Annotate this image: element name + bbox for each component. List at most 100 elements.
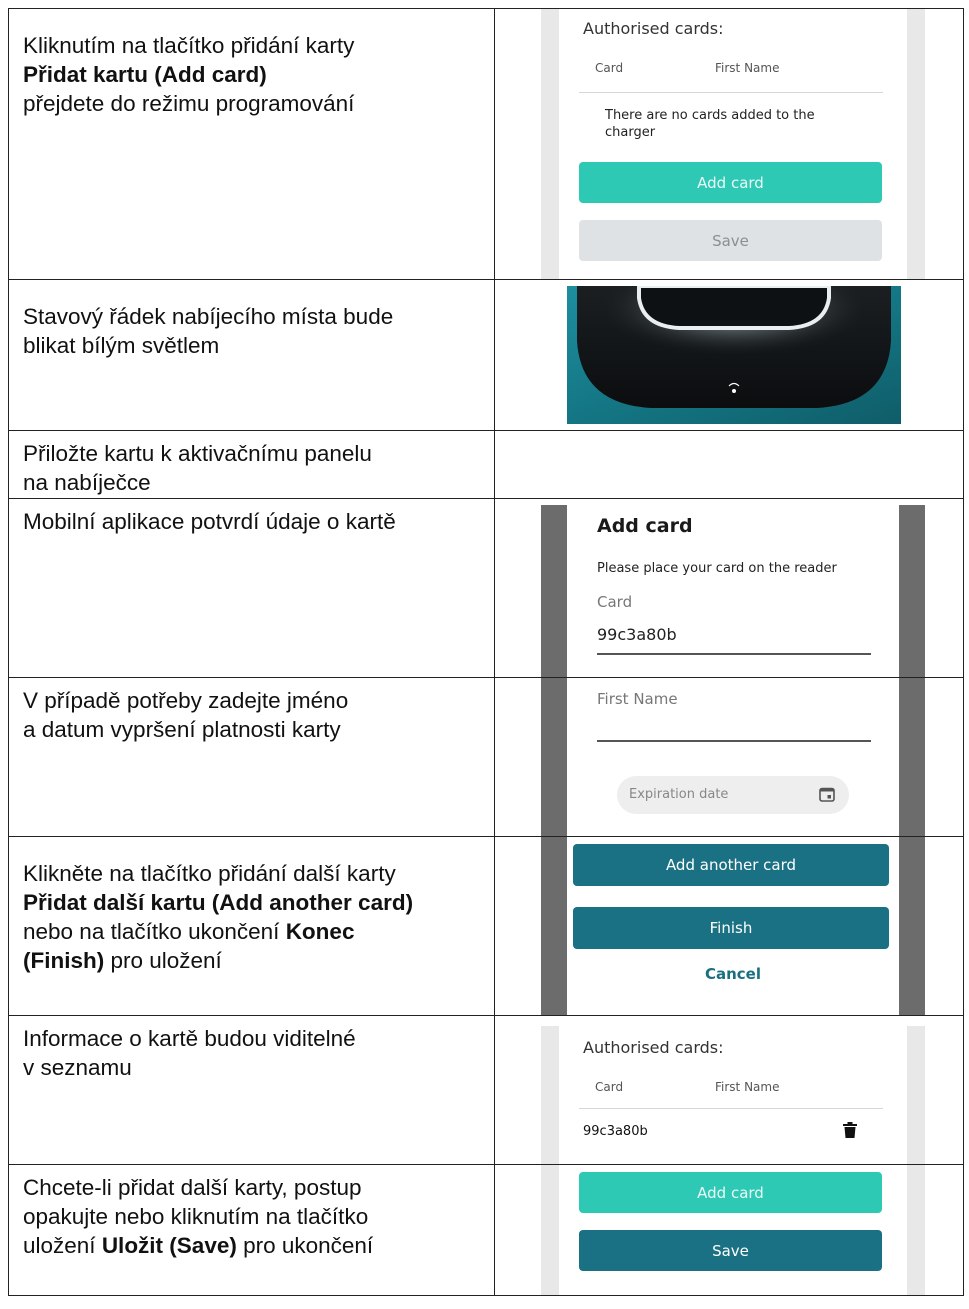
trash-icon[interactable]	[843, 1122, 857, 1138]
save-button[interactable]: Save	[579, 220, 882, 261]
instruction-text: Klikněte na tlačítko přidání další karty	[23, 861, 396, 886]
step-7-screenshot-cell: Authorised cards: Card First Name 99c3a8…	[494, 1015, 964, 1165]
add-card-button[interactable]: Add card	[579, 162, 882, 203]
step-row-2: Stavový řádek nabíjecího místa bude blik…	[8, 279, 964, 431]
step-2-instruction-cell: Stavový řádek nabíjecího místa bude blik…	[8, 279, 495, 431]
instruction-text: Chcete-li přidat další karty, postup	[23, 1175, 362, 1200]
first-name-column-header: First Name	[715, 61, 780, 75]
instruction-bold-text: Uložit (Save)	[101, 1233, 237, 1258]
step-1-screenshot-cell: Authorised cards: Card First Name There …	[494, 8, 964, 280]
expiration-date-placeholder: Expiration date	[629, 787, 729, 802]
phone-edge	[907, 1026, 925, 1164]
instruction-bold-text: Přidat kartu (Add card)	[23, 62, 267, 87]
app-screen: Add another card Finish Cancel	[567, 837, 899, 1015]
phone-edge	[899, 837, 925, 1015]
app-screen: Add card Please place your card on the r…	[567, 499, 899, 677]
step-3-instruction: Přiložte kartu k aktivačnímu panelu na n…	[9, 431, 494, 497]
phone-edge	[899, 678, 925, 836]
step-7-instruction: Informace o kartě budou viditelné v sezn…	[9, 1016, 494, 1082]
instruction-text: v seznamu	[23, 1055, 132, 1080]
first-name-field-underline[interactable]	[597, 740, 871, 742]
step-row-1: Kliknutím na tlačítko přidání karty Přid…	[8, 8, 964, 280]
phone-edge	[541, 1165, 559, 1295]
step-row-5: V případě potřeby zadejte jméno a datum …	[8, 677, 964, 837]
step-row-8: Chcete-li přidat další karty, postup opa…	[8, 1164, 964, 1296]
divider	[579, 1108, 883, 1109]
divider	[579, 92, 883, 93]
instruction-bold-text: Přidat další kartu (Add another card)	[23, 890, 414, 915]
card-field-value[interactable]: 99c3a80b	[597, 625, 677, 644]
phone-edge	[541, 9, 559, 279]
instruction-text: Mobilní aplikace potvrdí údaje o kartě	[23, 509, 396, 534]
step-3-instruction-cell: Přiložte kartu k aktivačnímu panelu na n…	[8, 430, 495, 499]
charger-illustration	[577, 286, 891, 408]
card-column-header: Card	[595, 1080, 624, 1094]
step-6-screenshot-cell: Add another card Finish Cancel	[494, 836, 964, 1016]
add-another-card-button[interactable]: Add another card	[573, 844, 889, 886]
step-5-instruction-cell: V případě potřeby zadejte jméno a datum …	[8, 677, 495, 837]
authorised-cards-heading: Authorised cards:	[583, 1038, 724, 1057]
expiration-date-input[interactable]: Expiration date	[617, 776, 849, 814]
instruction-bold-text: Konec	[285, 919, 355, 944]
app-screen: Add card Save	[559, 1165, 907, 1295]
first-name-label: First Name	[597, 690, 678, 708]
phone-edge	[541, 678, 567, 836]
empty-message-line: charger	[605, 125, 656, 140]
step-row-3: Přiložte kartu k aktivačnímu panelu na n…	[8, 430, 964, 499]
step-8-instruction-cell: Chcete-li přidat další karty, postup opa…	[8, 1164, 495, 1296]
step-5-screenshot-cell: First Name Expiration date	[494, 677, 964, 837]
phone-edge	[541, 837, 567, 1015]
phone-edge	[907, 9, 925, 279]
phone-edge	[899, 505, 925, 677]
calendar-icon[interactable]	[819, 786, 835, 802]
step-5-instruction: V případě potřeby zadejte jméno a datum …	[9, 678, 494, 744]
cancel-link[interactable]: Cancel	[567, 965, 899, 983]
step-8-instruction: Chcete-li přidat další karty, postup opa…	[9, 1165, 494, 1260]
authorised-cards-heading: Authorised cards:	[583, 19, 724, 38]
card-column-header: Card	[595, 61, 624, 75]
instruction-text: na nabíječce	[23, 470, 151, 495]
empty-message-line: There are no cards added to the	[605, 108, 815, 123]
step-4-screenshot-cell: Add card Please place your card on the r…	[494, 498, 964, 678]
instruction-text: Informace o kartě budou viditelné	[23, 1026, 356, 1051]
finish-button[interactable]: Finish	[573, 907, 889, 949]
step-4-instruction: Mobilní aplikace potvrdí údaje o kartě	[9, 499, 494, 536]
card-id-cell: 99c3a80b	[583, 1124, 648, 1139]
charger-photo	[567, 286, 901, 424]
add-card-button[interactable]: Add card	[579, 1172, 882, 1213]
instruction-text: uložení	[23, 1233, 102, 1258]
instruction-text: pro ukončení	[236, 1233, 374, 1258]
step-6-instruction-cell: Klikněte na tlačítko přidání další karty…	[8, 836, 495, 1016]
phone-edge	[541, 505, 567, 677]
step-7-instruction-cell: Informace o kartě budou viditelné v sezn…	[8, 1015, 495, 1165]
step-6-instruction: Klikněte na tlačítko přidání další karty…	[9, 837, 494, 975]
instruction-text: V případě potřeby zadejte jméno	[23, 688, 349, 713]
add-card-title: Add card	[597, 515, 693, 537]
card-field-underline	[597, 653, 871, 655]
step-row-7: Informace o kartě budou viditelné v sezn…	[8, 1015, 964, 1165]
instruction-mixed-line: uložení Uložit (Save) pro ukončení	[23, 1231, 480, 1260]
instruction-text: přejdete do režimu programování	[23, 91, 355, 116]
save-button[interactable]: Save	[579, 1230, 882, 1271]
app-screen: First Name Expiration date	[567, 678, 899, 836]
app-screen: Authorised cards: Card First Name 99c3a8…	[559, 1016, 907, 1164]
instruction-text: Stavový řádek nabíjecího místa bude	[23, 304, 394, 329]
instruction-mixed-line: (Finish) pro uložení	[23, 946, 480, 975]
instruction-text: Kliknutím na tlačítko přidání karty	[23, 33, 355, 58]
instruction-bold-text: (Finish)	[23, 948, 105, 973]
phone-edge	[907, 1165, 925, 1295]
step-row-4: Mobilní aplikace potvrdí údaje o kartě A…	[8, 498, 964, 678]
step-4-instruction-cell: Mobilní aplikace potvrdí údaje o kartě	[8, 498, 495, 678]
phone-edge	[541, 1026, 559, 1164]
instruction-text: nebo na tlačítko ukončení	[23, 919, 286, 944]
instruction-mixed-line: nebo na tlačítko ukončení Konec	[23, 917, 480, 946]
step-row-6: Klikněte na tlačítko přidání další karty…	[8, 836, 964, 1016]
empty-list-message: There are no cards added to the charger	[605, 107, 815, 141]
step-2-photo-cell	[494, 279, 964, 431]
first-name-column-header: First Name	[715, 1080, 780, 1094]
instructions-table: Kliknutím na tlačítko přidání karty Přid…	[8, 8, 964, 1296]
step-2-instruction: Stavový řádek nabíjecího místa bude blik…	[9, 280, 494, 360]
app-screen: Authorised cards: Card First Name There …	[559, 9, 907, 279]
card-field-label: Card	[597, 593, 633, 611]
step-1-instruction: Kliknutím na tlačítko přidání karty Přid…	[9, 9, 494, 118]
